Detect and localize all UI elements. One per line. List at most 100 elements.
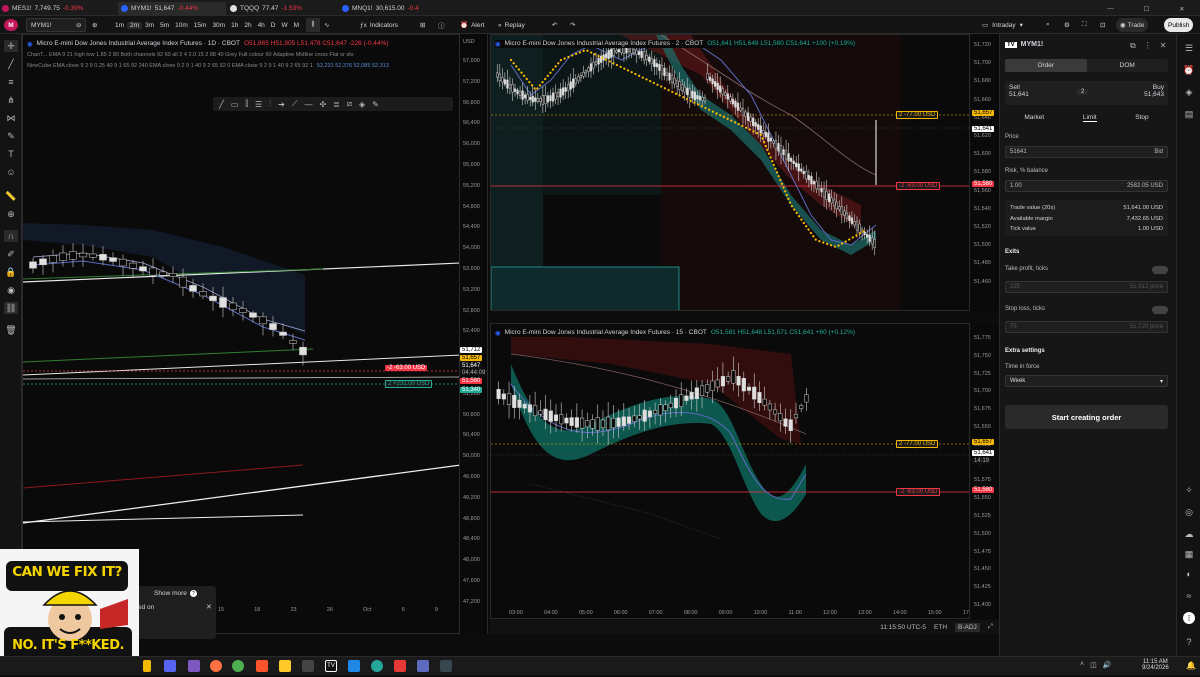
stay-in-drawing-icon[interactable]: ✐ (4, 248, 18, 260)
chart-pane-2min[interactable]: ◉ Micro E-mini Dow Jones Industrial Aver… (490, 34, 970, 311)
notifications-icon[interactable]: ◐ (1183, 568, 1195, 580)
vertical-tool-icon[interactable]: ⫿ (245, 99, 248, 109)
close-icon[interactable]: ✕ (1160, 41, 1167, 51)
app3-icon[interactable] (394, 660, 406, 672)
chrome-icon[interactable] (232, 660, 244, 672)
volume-icon[interactable]: 🔊 (1103, 661, 1112, 669)
trade-button[interactable]: ◉ Trade (1116, 18, 1149, 32)
calendar-icon[interactable]: ▦ (1183, 548, 1195, 560)
alert-button[interactable]: ⏰ Alert (460, 18, 484, 32)
network-icon[interactable]: ◫ (1090, 661, 1097, 669)
daily-order-stop[interactable]: -2 -63.00 USD (385, 365, 428, 371)
two-min-price-axis[interactable]: 51,720 51,700 51,680 51,660 51,640 51,620 51,6… (971, 34, 999, 311)
indicators-button[interactable]: ƒx Indicators (360, 18, 398, 32)
status-time[interactable]: 11:15:50 UTC-5 (880, 624, 926, 631)
interval-30m[interactable]: 30m (209, 22, 228, 29)
status-badj[interactable]: B-ADJ (955, 622, 980, 632)
zoom-icon[interactable]: ⊕ (4, 208, 18, 220)
horizontal-lines-icon[interactable]: ≡ (4, 76, 18, 88)
type-market[interactable]: Market (1024, 114, 1044, 122)
pattern-icon[interactable]: ⋈ (4, 112, 18, 124)
camera-icon[interactable]: ⊡ (1100, 18, 1105, 32)
line-tool-icon[interactable]: ╱ (219, 100, 224, 109)
type-limit[interactable]: Limit (1082, 114, 1097, 122)
stop-loss-toggle[interactable] (1152, 306, 1168, 314)
trash-icon[interactable]: 🗑 (4, 324, 18, 336)
brave-icon[interactable] (256, 660, 268, 672)
daily-price-axis[interactable]: USD 57,600 57,200 56,800 56,400 56,000 55,600… (460, 34, 488, 634)
crosshair-icon[interactable]: ✛ (4, 40, 18, 52)
minimize-icon[interactable]: — (1107, 5, 1114, 12)
price-input[interactable]: 51641 Bid (1005, 146, 1168, 158)
news-icon[interactable]: ▤ (1183, 108, 1195, 120)
interval-W[interactable]: W (279, 22, 291, 29)
pitchfork-icon[interactable]: ⋔ (4, 94, 18, 106)
watchlist-icon[interactable]: ☰ (1183, 42, 1195, 54)
tab-mes[interactable]: MES1! 7,749.75 -0.39% (2, 2, 112, 15)
publish-button[interactable]: Publish (1164, 18, 1194, 32)
rect-tool-icon[interactable]: ▭ (231, 100, 239, 109)
start-creating-order-button[interactable]: Start creating order (1005, 405, 1168, 429)
ruler-icon[interactable]: 📏 (4, 190, 18, 202)
brush-icon[interactable]: ✎ (4, 130, 18, 142)
info-icon[interactable]: ⓘ (438, 18, 445, 32)
edge-icon[interactable] (348, 660, 360, 672)
streams-icon[interactable]: ◎ (1183, 506, 1195, 518)
maximize-icon[interactable]: ☐ (1144, 5, 1150, 13)
two-min-order-stop[interactable]: -2 -63.00 USD (896, 182, 941, 190)
interval-15m[interactable]: 15m (191, 22, 210, 29)
interval-2m[interactable]: 2m (127, 21, 143, 29)
redo-icon[interactable]: ↷ (570, 18, 575, 32)
channel-tool-icon[interactable]: ⫶ (269, 99, 271, 109)
more-icon[interactable]: ⋮ (1144, 41, 1152, 51)
interval-M[interactable]: M (291, 22, 302, 29)
interval-D[interactable]: D (268, 22, 279, 29)
notification-bell-icon[interactable]: 🔔 (1186, 661, 1196, 670)
fib-tool-icon[interactable]: ☰ (255, 100, 262, 109)
sell-button[interactable]: Sell 51,641 (1009, 84, 1029, 98)
layers-icon[interactable]: ◈ (1183, 86, 1195, 98)
take-profit-input[interactable]: 225 51,912 price (1005, 281, 1168, 293)
layout-templates-icon[interactable]: ⊞ (420, 18, 425, 32)
tab-mnq[interactable]: MNQ1! 30,615.00 -0.4 (342, 2, 452, 15)
cross-tool-icon[interactable]: ✣ (319, 100, 326, 109)
chart-style-icon[interactable]: ∿ (324, 18, 332, 32)
eye-icon[interactable]: ◉ (4, 284, 18, 296)
pen-tool-icon[interactable]: ✎ (372, 100, 379, 109)
clock[interactable]: 11:15 AM 9/24/2026 (1142, 659, 1169, 671)
buy-button[interactable]: Buy 51,643 (1144, 84, 1164, 98)
discord-icon[interactable] (164, 660, 176, 672)
layout-button[interactable]: ▭ Intraday ▾ (982, 18, 1023, 32)
tab-dom[interactable]: DOM (1087, 59, 1169, 72)
tradingview-icon[interactable]: TV (325, 660, 337, 672)
compare-icon[interactable]: ⊖ (76, 18, 84, 32)
replay-button[interactable]: «Replay (498, 18, 525, 32)
trend-line-icon[interactable]: ╱ (4, 58, 18, 70)
obs-icon[interactable] (188, 660, 200, 672)
path-tool-icon[interactable]: ⟋ (292, 99, 298, 109)
close-window-icon[interactable]: ✕ (1179, 5, 1184, 13)
tab-tqqq[interactable]: TQQQ 77.47 -1.53% (230, 2, 336, 15)
time-in-force-select[interactable]: Week ▾ (1005, 375, 1168, 387)
signal-icon[interactable]: ≈ (1183, 590, 1195, 602)
user-avatar-icon[interactable]: M (4, 19, 18, 31)
interval-2h[interactable]: 2h (241, 22, 254, 29)
tab-order[interactable]: Order (1005, 59, 1087, 72)
app2-icon[interactable] (371, 660, 383, 672)
close-icon[interactable]: ✕ (206, 603, 212, 611)
interval-10m[interactable]: 10m (172, 22, 191, 29)
interval-1h[interactable]: 1h (228, 22, 241, 29)
interval-3m[interactable]: 3m (142, 22, 157, 29)
take-profit-toggle[interactable] (1152, 266, 1168, 274)
text-icon[interactable]: T (4, 148, 18, 160)
list-tool-icon[interactable]: ≣ (333, 100, 340, 109)
two-min-order-target[interactable]: 2 -77.00 USD (896, 111, 939, 119)
interval-1m[interactable]: 1m (112, 22, 127, 29)
daily-order-target[interactable]: 2 +231.00 USD (385, 380, 433, 388)
app4-icon[interactable] (417, 660, 429, 672)
chevron-up-icon[interactable]: ˄ (1080, 661, 1084, 669)
undo-icon[interactable]: ↶ (552, 18, 557, 32)
widgets-icon[interactable] (143, 660, 151, 672)
interval-4h[interactable]: 4h (255, 22, 268, 29)
apps-icon[interactable]: ⁝ (1183, 612, 1195, 624)
